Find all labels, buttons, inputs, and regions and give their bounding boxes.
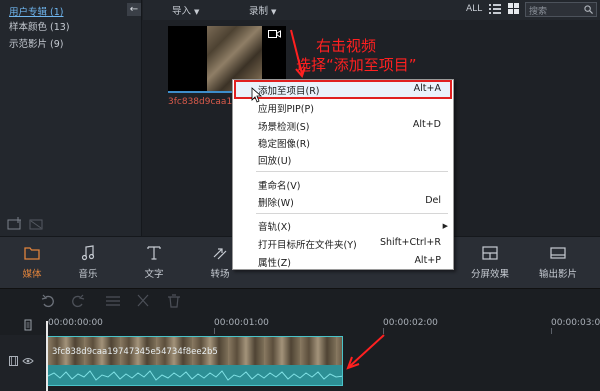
ruler-tick: [383, 328, 384, 334]
import-menu[interactable]: 导入 ▼: [172, 3, 199, 17]
split-screen-icon: [482, 246, 498, 260]
transition-icon: [213, 248, 227, 260]
timeline-tools: [41, 294, 180, 308]
import-label: 导入: [172, 6, 192, 17]
menu-shortcut-delete: Del: [425, 195, 441, 206]
menu-item-properties[interactable]: 属性(Z): [258, 255, 291, 269]
menu-item-open-folder[interactable]: 打开目标所在文件夹(Y): [258, 237, 357, 251]
menu-item-playback[interactable]: 回放(U): [258, 153, 291, 167]
sidebar-item-sample-colors[interactable]: 样本颜色 (13): [9, 19, 70, 33]
video-camera-icon: [268, 30, 281, 38]
menu-item-scene-detection[interactable]: 场景检测(S): [258, 119, 309, 133]
tool-export[interactable]: 输出影片: [530, 237, 586, 289]
clip-filename: 3fc838d9caa19747345e54734f8ee2b5: [52, 347, 218, 357]
menu-item-apply-to-pip[interactable]: 应用到PIP(P): [258, 101, 314, 115]
menu-item-add-to-project[interactable]: 添加至项目(R): [258, 83, 320, 97]
tool-music-label: 音乐: [78, 269, 98, 280]
tool-text-label: 文字: [144, 269, 164, 280]
menu-item-delete[interactable]: 删除(W): [258, 195, 294, 209]
record-menu[interactable]: 录制 ▼: [249, 3, 276, 17]
scissors-icon[interactable]: [137, 294, 149, 307]
adjust-icon[interactable]: [106, 296, 120, 306]
audio-waveform: [48, 370, 342, 381]
annotation-line-2: 选择“添加至项目”: [296, 56, 417, 74]
music-note-icon: [81, 245, 95, 261]
timecode-1: 00:00:01:00: [214, 318, 269, 328]
ruler-tick: [551, 328, 552, 334]
sidebar-bottom-icons: [6, 216, 46, 232]
undo-icon[interactable]: [41, 294, 54, 308]
tool-text[interactable]: 文字: [134, 237, 174, 289]
menu-item-audio-track[interactable]: 音轨(X): [258, 219, 291, 233]
search-input[interactable]: 搜索: [525, 2, 597, 17]
add-folder-icon[interactable]: [6, 216, 46, 232]
tool-music[interactable]: 音乐: [68, 237, 108, 289]
chevron-down-icon: ▼: [194, 8, 200, 16]
search-icon: [584, 5, 593, 14]
text-icon: [147, 246, 161, 260]
library-sidebar: 用户专辑 (1) 样本颜色 (13) 示范影片 (9): [0, 0, 142, 236]
sidebar-item-sample-videos[interactable]: 示范影片 (9): [9, 36, 63, 50]
track-controls: [9, 356, 34, 366]
record-label: 录制: [249, 6, 269, 17]
menu-item-rename[interactable]: 重命名(V): [258, 178, 300, 192]
menu-separator: [256, 213, 448, 214]
back-arrow-icon[interactable]: ←: [127, 3, 141, 16]
playhead[interactable]: [46, 321, 48, 391]
search-placeholder: 搜索: [529, 7, 548, 17]
timeline-clip[interactable]: 3fc838d9caa19747345e54734f8ee2b5: [47, 336, 343, 386]
tool-export-label: 输出影片: [538, 269, 577, 280]
menu-item-stabilize[interactable]: 稳定图像(R): [258, 136, 310, 150]
marker-icon[interactable]: [23, 319, 33, 331]
filter-all[interactable]: ALL: [466, 4, 482, 14]
chevron-down-icon: ▼: [271, 8, 277, 16]
menu-shortcut-scene-detection: Alt+D: [412, 119, 441, 130]
menu-separator: [256, 171, 448, 172]
context-menu-items: 添加至项目(R) Alt+A 应用到PIP(P) 场景检测(S) Alt+D 稳…: [232, 79, 454, 270]
timecode-3: 00:00:03:00: [551, 318, 600, 328]
film-icon: [9, 356, 18, 366]
timecode-0: 00:00:00:00: [48, 318, 103, 328]
export-icon: [550, 247, 566, 259]
thumbnail-filename[interactable]: 3fc838d9caa1: [168, 97, 232, 107]
redo-icon[interactable]: [72, 294, 85, 308]
annotation-text: 右击视频 选择“添加至项目”: [296, 37, 417, 75]
sidebar-item-user-album[interactable]: 用户专辑 (1): [9, 4, 63, 18]
folder-icon: [24, 247, 40, 260]
menu-shortcut-properties: Alt+P: [414, 255, 441, 266]
annotation-line-1: 右击视频: [316, 37, 377, 55]
eye-icon[interactable]: [22, 358, 34, 364]
tool-split-screen-label: 分屏效果: [470, 269, 509, 280]
tool-media[interactable]: 媒体: [12, 237, 52, 289]
trash-icon[interactable]: [168, 294, 180, 308]
grid-view-icon[interactable]: [508, 3, 519, 14]
timecode-2: 00:00:02:00: [383, 318, 438, 328]
ruler-tick: [214, 328, 215, 334]
menu-shortcut-add-to-project: Alt+A: [413, 83, 441, 94]
submenu-arrow-icon: ▶: [442, 222, 448, 230]
list-view-icon[interactable]: [489, 3, 501, 15]
tool-split-screen[interactable]: 分屏效果: [462, 237, 518, 289]
tool-media-label: 媒体: [22, 269, 42, 280]
menu-shortcut-open-folder: Shift+Ctrl+R: [379, 237, 441, 248]
